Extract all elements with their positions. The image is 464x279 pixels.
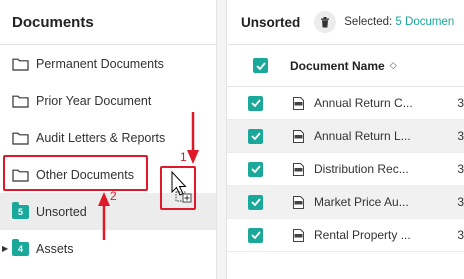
annotation-arrowhead-1 [187,150,199,164]
annotation-arrowhead-2 [98,192,110,206]
annotation-overlay [98,112,199,240]
